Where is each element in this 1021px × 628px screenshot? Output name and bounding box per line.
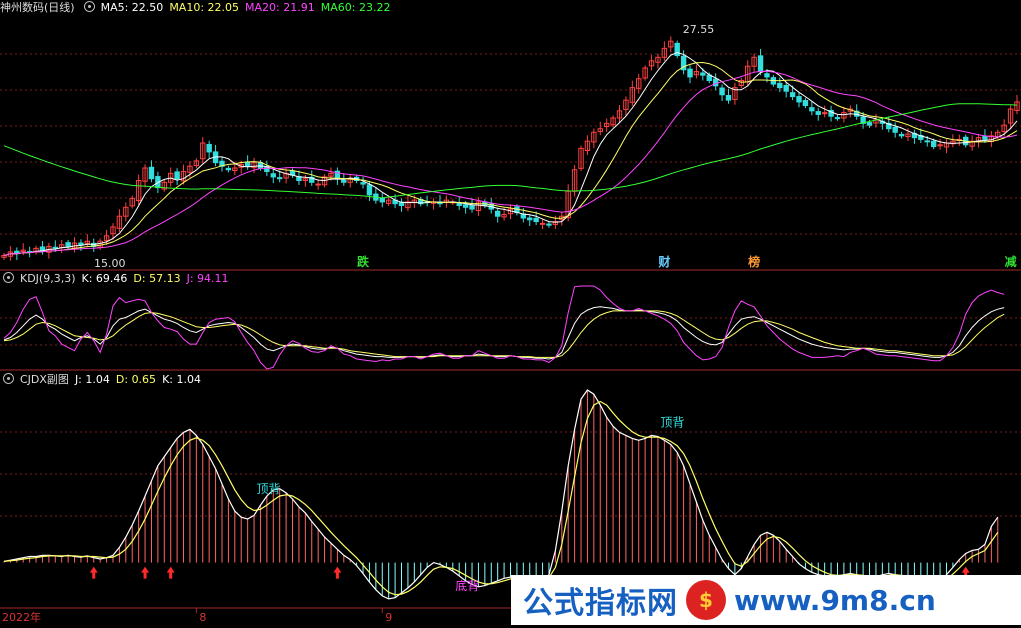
x-axis-label: 8 <box>199 611 206 624</box>
cjdx-j-line <box>3 389 999 600</box>
ma60-readout: MA60: 23.22 <box>320 1 391 14</box>
buy-arrow-icon <box>89 566 98 579</box>
candle-body <box>719 87 725 96</box>
j-readout: J: 94.11 <box>186 272 229 285</box>
candle-body <box>539 222 546 225</box>
buy-arrow-icon <box>166 566 175 579</box>
event-marker: 减 <box>1005 254 1017 269</box>
candle-body <box>777 82 783 89</box>
divergence-label: 顶背 <box>660 415 684 429</box>
candle-body <box>937 144 943 147</box>
candle-body <box>315 183 321 186</box>
candle-body <box>225 167 232 171</box>
candle-body <box>764 73 770 78</box>
cjdx-title: CJDX副图 <box>20 373 69 386</box>
chart-canvas[interactable]: 27.5515.00 跌财榜减顶背顶背底背2022年 8 9 <box>0 0 1021 625</box>
divergence-label: 顶背 <box>256 482 280 496</box>
candle-body <box>52 246 58 249</box>
candle-body <box>39 246 46 251</box>
candle-body <box>527 217 533 221</box>
candle-body <box>802 100 809 106</box>
ma20-readout: MA20: 21.91 <box>245 1 315 14</box>
candle-body <box>360 182 366 185</box>
chart-stage[interactable]: 27.55 15.00 跌财榜减顶背 顶背 底背 2022年 8 9 神州数码(日线) MA5:… <box>0 0 1021 625</box>
buy-arrow-icon <box>141 566 150 579</box>
kdj-d-line <box>3 310 1005 358</box>
price-low-label: 15.00 <box>94 257 126 270</box>
kdj-title: KDJ(9,3,3) <box>20 272 76 285</box>
candle-body <box>898 133 905 137</box>
candle-body <box>546 223 552 226</box>
x-axis-label: 2022年 <box>2 610 41 624</box>
candle-body <box>930 140 937 148</box>
candle-body <box>174 171 180 180</box>
candle-body <box>892 126 898 133</box>
candle-body <box>757 55 764 73</box>
buy-arrow-icon <box>333 566 342 579</box>
candle-body <box>462 204 469 208</box>
ma5-line <box>3 52 1018 256</box>
candle-body <box>687 68 693 78</box>
candle-body <box>533 217 539 223</box>
candle-body <box>469 204 475 210</box>
candle-body <box>78 242 84 246</box>
candle-body <box>809 107 815 112</box>
candle-body <box>700 72 706 76</box>
cjdx-k-readout: K: 1.04 <box>162 373 201 386</box>
ma5-readout: MA5: 22.50 <box>100 1 164 14</box>
candle-body <box>982 135 988 140</box>
cjdx-header: CJDX副图 J: 1.04 D: 0.65 K: 1.04 <box>0 373 207 387</box>
candle-body <box>494 210 501 217</box>
candle-body <box>341 179 347 183</box>
watermark-logo-icon: $ <box>686 580 726 620</box>
candle-body <box>866 122 873 126</box>
candle-body <box>65 242 71 248</box>
divergence-label: 底背 <box>455 578 479 593</box>
candle-body <box>379 197 385 203</box>
settings-icon[interactable] <box>83 1 95 12</box>
cjdx-d-line <box>3 400 999 596</box>
d-readout: D: 57.13 <box>133 272 181 285</box>
x-axis-label: 9 <box>385 611 392 624</box>
candle-body <box>206 143 212 153</box>
k-readout: K: 69.46 <box>81 272 128 285</box>
ma10-readout: MA10: 22.05 <box>169 1 240 14</box>
watermark-url: www.9m8.cn <box>734 583 936 617</box>
price-high-label: 27.55 <box>683 23 715 36</box>
kdj-header: KDJ(9,3,3) K: 69.46 D: 57.13 J: 94.11 <box>0 272 235 286</box>
candle-body <box>712 78 719 87</box>
candle-body <box>270 173 276 178</box>
candle-body <box>815 111 821 115</box>
candle-body <box>366 184 373 196</box>
candle-body <box>796 96 802 103</box>
event-marker: 榜 <box>748 254 760 269</box>
candle-body <box>789 92 796 98</box>
cjdx-d-readout: D: 0.65 <box>115 373 157 386</box>
stock-title: 神州数码(日线) <box>0 1 75 14</box>
watermark-banner: 公式指标网 $ www.9m8.cn <box>511 575 1021 625</box>
settings-icon[interactable] <box>3 272 14 283</box>
event-marker: 财 <box>657 254 670 269</box>
settings-icon[interactable] <box>3 373 14 384</box>
candle-body <box>924 140 930 143</box>
cjdx-histogram <box>3 390 999 599</box>
main-header: 神州数码(日线) MA5: 22.50 MA10: 22.05 MA20: 21.91… <box>0 1 396 15</box>
watermark-text: 公式指标网 <box>523 586 678 621</box>
candle-body <box>244 161 251 167</box>
cjdx-j-readout: J: 1.04 <box>74 373 110 386</box>
candle-body <box>725 95 732 101</box>
candle-body <box>783 85 789 92</box>
ma20-line <box>3 70 1018 256</box>
candle-body <box>148 166 155 180</box>
candle-body <box>276 177 283 180</box>
event-marker: 跌 <box>357 254 370 269</box>
candle-body <box>834 117 841 120</box>
